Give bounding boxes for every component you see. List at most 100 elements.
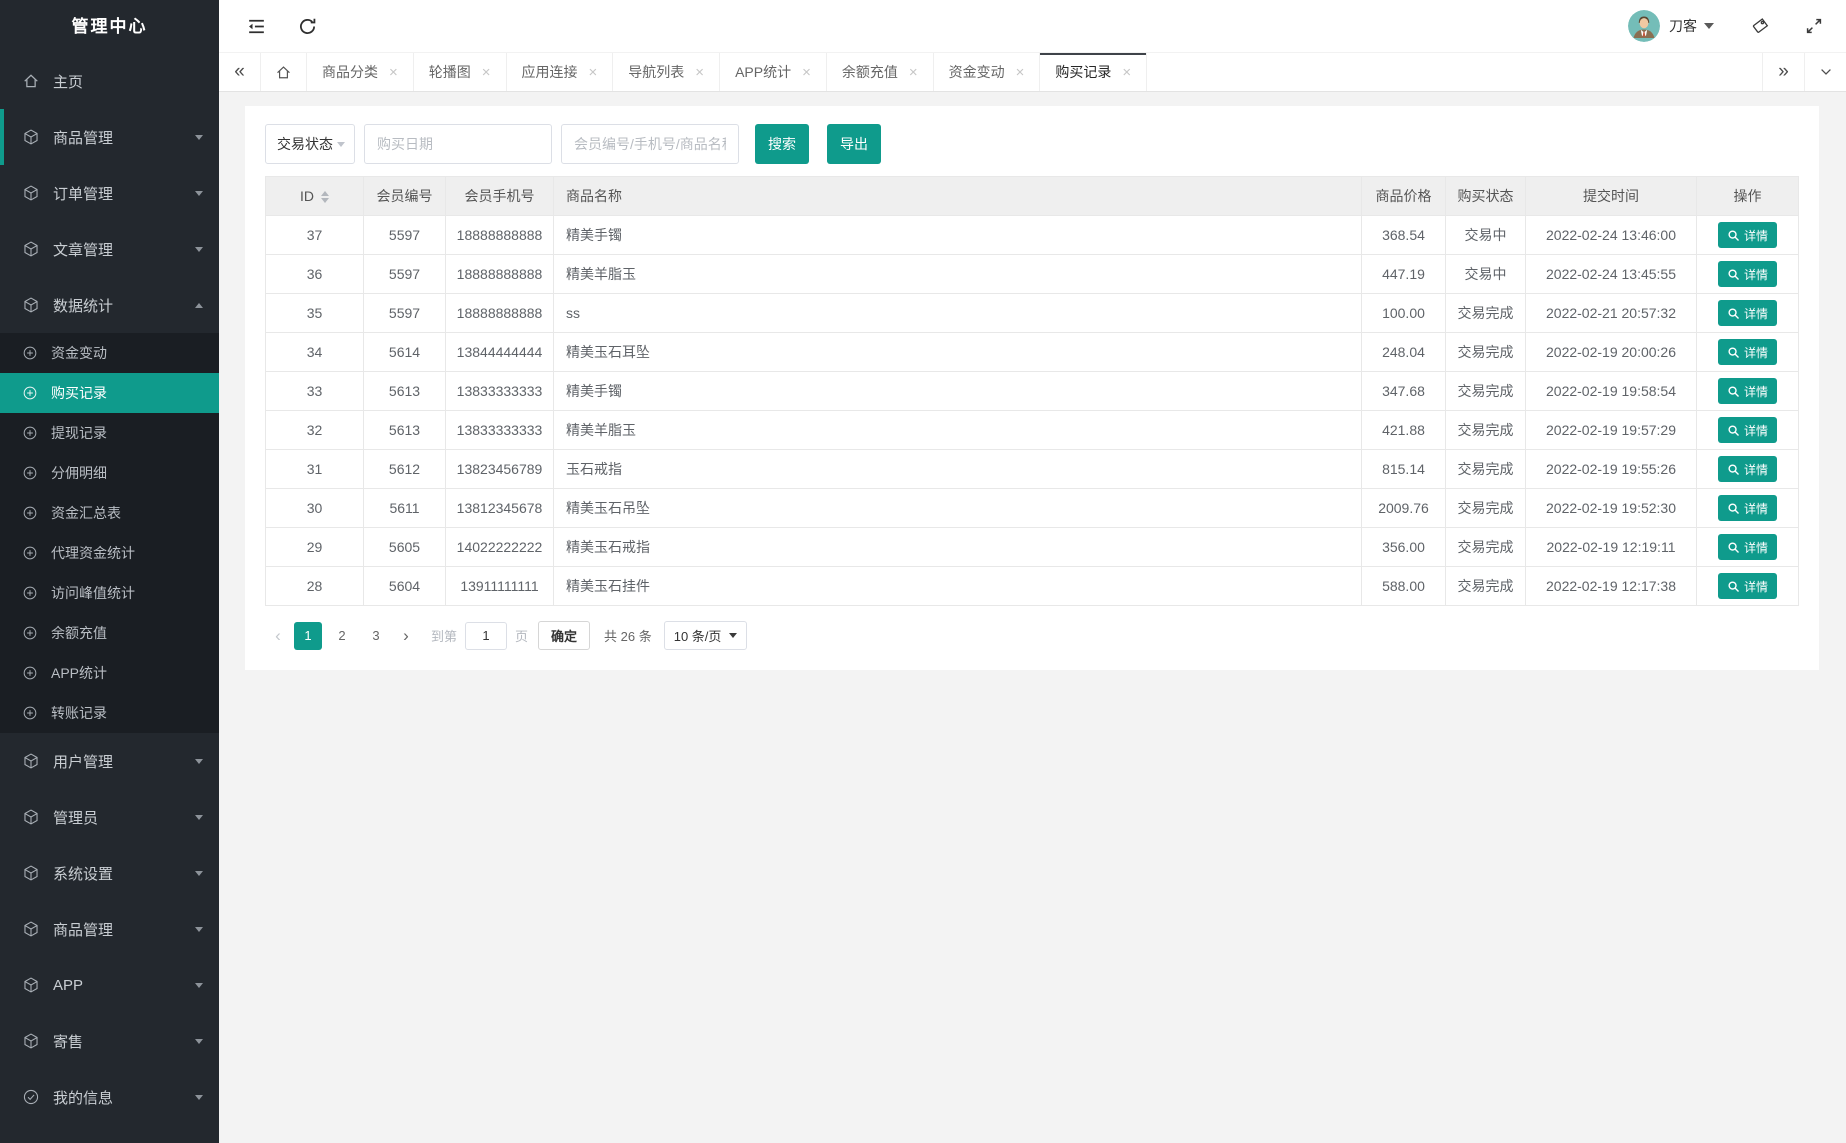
tag-icon[interactable] [1750,16,1770,36]
detail-button[interactable]: 详情 [1717,222,1777,248]
detail-button[interactable]: 详情 [1717,534,1777,560]
close-icon[interactable]: × [1122,65,1131,80]
cell-id: 28 [265,566,364,606]
date-input[interactable] [364,124,552,164]
sidebar-item-withdraw-records[interactable]: 提现记录 [0,413,219,453]
sidebar-item-user-management[interactable]: 用户管理 [0,733,219,789]
sidebar-item-administrators[interactable]: 管理员 [0,789,219,845]
tab-funds-change[interactable]: 资金变动 × [934,53,1041,91]
close-icon[interactable]: × [389,65,398,80]
close-icon[interactable]: × [482,65,491,80]
detail-button[interactable]: 详情 [1717,495,1777,521]
sidebar-item-home[interactable]: 主页 [0,53,219,109]
status-select[interactable]: 交易状态 [265,124,355,164]
close-icon[interactable]: × [909,65,918,80]
detail-button[interactable]: 详情 [1717,573,1777,599]
column-header-ID[interactable]: ID [265,176,364,216]
cell-price: 815.14 [1361,449,1446,489]
cell-phone: 14022222222 [445,527,554,567]
sidebar: 管理中心 主页 商品管理 订单管理 文章管理 数据统计 资金变动 购买记录 提现记录 分佣明细资… [0,0,219,1143]
sidebar-item-label: 分佣明细 [51,465,107,481]
sidebar-item-commission-details[interactable]: 分佣明细 [0,453,219,493]
cell-price: 588.00 [1361,566,1446,606]
cell-id: 31 [265,449,364,489]
confirm-button[interactable]: 确定 [538,621,591,650]
page-2[interactable]: 2 [328,622,356,650]
detail-button[interactable]: 详情 [1717,261,1777,287]
sidebar-item-label: 用户管理 [53,753,114,771]
user-menu[interactable]: 刀客 [1628,10,1714,42]
close-icon[interactable]: × [1016,65,1025,80]
detail-button-label: 详情 [1743,267,1768,282]
sidebar-menu: 主页 商品管理 订单管理 文章管理 数据统计 资金变动 购买记录 提现记录 分佣明细 资金汇总表代… [0,53,219,1125]
cell-member_no: 5613 [363,410,446,450]
prev-page-icon[interactable]: ‹ [265,622,291,650]
tab-goods-category[interactable]: 商品分类 × [307,53,414,91]
tab-nav-list[interactable]: 导航列表 × [613,53,721,91]
sidebar-item-transfer-records[interactable]: 转账记录 [0,693,219,733]
sidebar-item-funds-change[interactable]: 资金变动 [0,333,219,373]
refresh-icon[interactable] [297,16,318,37]
tab-app-link[interactable]: 应用连接 × [507,53,614,91]
detail-button[interactable]: 详情 [1717,417,1777,443]
search-button[interactable]: 搜索 [755,124,809,164]
export-button[interactable]: 导出 [827,124,881,164]
page-3[interactable]: 3 [362,622,390,650]
sidebar-item-agent-funds-stats[interactable]: 代理资金统计 [0,533,219,573]
sidebar-item-label: 提现记录 [51,425,107,441]
sort-icon[interactable] [321,191,329,204]
tab-balance-recharge[interactable]: 余额充值 × [827,53,934,91]
page-numbers: 123 [291,621,393,650]
detail-button[interactable]: 详情 [1717,300,1777,326]
column-header-操作: 操作 [1696,176,1799,216]
sidebar-item-funds-summary[interactable]: 资金汇总表 [0,493,219,533]
tab-home[interactable] [261,53,307,91]
page-1[interactable]: 1 [294,621,322,650]
next-page-icon[interactable]: › [393,622,419,650]
sidebar-item-goods-management-2[interactable]: 商品管理 [0,901,219,957]
detail-button[interactable]: 详情 [1717,378,1777,404]
column-header-商品名称: 商品名称 [553,176,1362,216]
detail-button[interactable]: 详情 [1717,456,1777,482]
double-chevron-left-icon[interactable]: « [219,53,261,91]
sidebar-item-system-settings[interactable]: 系统设置 [0,845,219,901]
cell-phone: 13823456789 [445,449,554,489]
tab-label: 购买记录 [1055,64,1112,80]
close-icon[interactable]: × [802,65,811,80]
detail-button[interactable]: 详情 [1717,339,1777,365]
fullscreen-icon[interactable] [1804,16,1824,36]
cell-price: 356.00 [1361,527,1446,567]
double-chevron-right-icon[interactable]: » [1762,53,1804,91]
sidebar-item-visit-peak-stats[interactable]: 访问峰值统计 [0,573,219,613]
menu-fold-icon[interactable] [246,16,267,37]
sidebar-item-consignment[interactable]: 寄售 [0,1013,219,1069]
tabs-dropdown-icon[interactable] [1804,53,1846,91]
cell-product: 精美玉石戒指 [553,527,1362,567]
keyword-input[interactable] [561,124,739,164]
jump-page-input[interactable] [465,621,508,650]
close-icon[interactable]: × [695,65,704,80]
table-row: 29 5605 14022222222 精美玉石戒指 356.00 交易完成 2022-02… [265,527,1799,567]
sidebar-item-app-stats[interactable]: APP统计 [0,653,219,693]
sidebar-item-goods-management[interactable]: 商品管理 [0,109,219,165]
sidebar-item-app[interactable]: APP [0,957,219,1013]
cell-product: 精美玉石挂件 [553,566,1362,606]
sidebar-item-my-info[interactable]: 我的信息 [0,1069,219,1125]
detail-button-label: 详情 [1743,501,1768,516]
tab-purchase-records[interactable]: 购买记录 × [1040,53,1148,91]
column-header-会员手机号: 会员手机号 [445,176,554,216]
tabbar: « 商品分类 × 轮播图 × 应用连接 × 导航列表 × APP统计 × 余额充值 × 资金变动 × 购买记… [219,53,1846,92]
tab-carousel[interactable]: 轮播图 × [414,53,507,91]
sidebar-item-label: 订单管理 [53,185,114,203]
sidebar-item-purchase-records[interactable]: 购买记录 [0,373,219,413]
sidebar-item-order-management[interactable]: 订单管理 [0,165,219,221]
close-icon[interactable]: × [589,65,598,80]
sidebar-item-article-management[interactable]: 文章管理 [0,221,219,277]
sidebar-item-balance-recharge[interactable]: 余额充值 [0,613,219,653]
jump-prefix-label: 到第 [431,629,458,644]
tab-app-stats[interactable]: APP统计 × [720,53,827,91]
page-size-select[interactable]: 10 条/页 [663,621,748,650]
column-header-会员编号: 会员编号 [363,176,446,216]
sidebar-item-label: APP [53,976,84,994]
sidebar-item-data-statistics[interactable]: 数据统计 [0,277,219,333]
